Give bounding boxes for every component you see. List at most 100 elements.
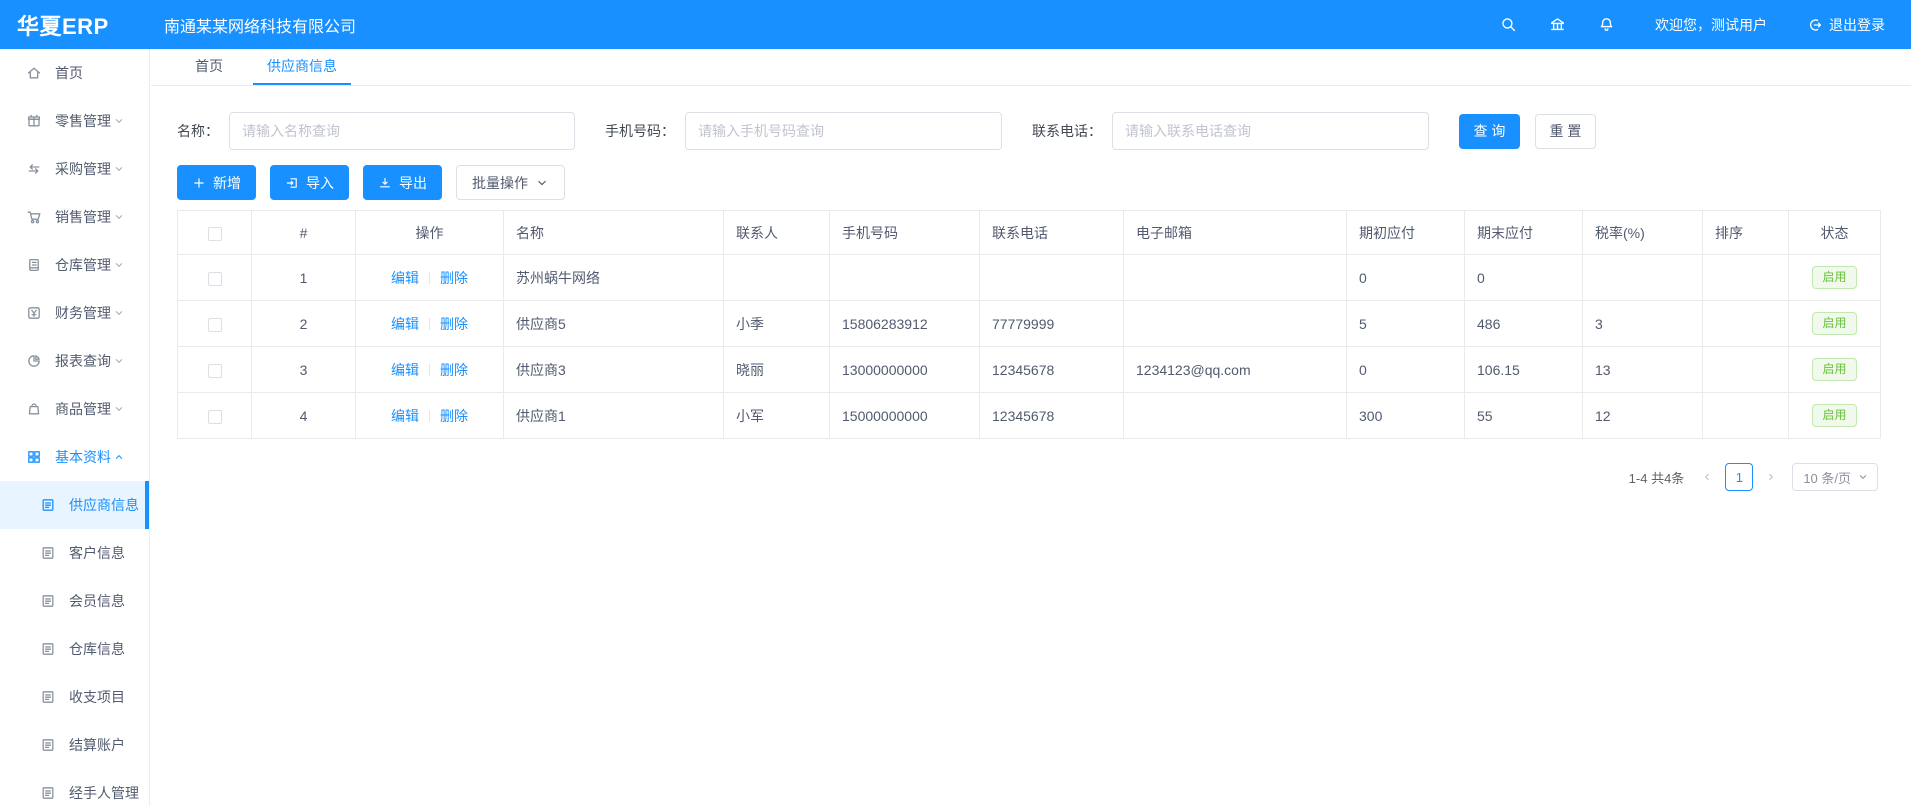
chevron-down-icon xyxy=(113,307,125,319)
sidebar-item-finance[interactable]: 财务管理 xyxy=(0,289,149,337)
sidebar-item-sales[interactable]: 销售管理 xyxy=(0,193,149,241)
filter-field-name: 名称： xyxy=(177,112,575,150)
cell-name: 供应商5 xyxy=(504,301,724,347)
batch-actions-button[interactable]: 批量操作 xyxy=(456,165,565,200)
batch-actions-label: 批量操作 xyxy=(472,173,528,193)
sidebar-item-label: 基本资料 xyxy=(55,447,111,467)
filter-label-phone: 联系电话： xyxy=(1032,121,1102,141)
sidebar-item-label: 销售管理 xyxy=(55,207,111,227)
delete-link[interactable]: 删除 xyxy=(440,408,468,424)
import-button-label: 导入 xyxy=(306,173,334,193)
row-checkbox[interactable] xyxy=(208,318,222,332)
column-header: 税率(%) xyxy=(1583,211,1703,255)
export-button-label: 导出 xyxy=(399,173,427,193)
cell-closing_payable: 55 xyxy=(1465,393,1583,439)
prev-page-button[interactable] xyxy=(1696,463,1718,491)
cell-opening_payable: 5 xyxy=(1347,301,1465,347)
sidebar-item-warehouse[interactable]: 仓库管理 xyxy=(0,241,149,289)
row-actions: 编辑 删除 xyxy=(356,301,504,347)
action-divider xyxy=(429,272,430,284)
column-header: 名称 xyxy=(504,211,724,255)
row-index: 1 xyxy=(252,255,356,301)
edit-link[interactable]: 编辑 xyxy=(391,316,419,332)
sidebar-item-purchase[interactable]: 采购管理 xyxy=(0,145,149,193)
bell-icon[interactable] xyxy=(1598,16,1615,33)
table-header-row: #操作名称联系人手机号码联系电话电子邮箱期初应付期末应付税率(%)排序状态 xyxy=(178,211,1881,255)
row-checkbox[interactable] xyxy=(208,272,222,286)
sidebar-item-label: 零售管理 xyxy=(55,111,111,131)
row-actions: 编辑 删除 xyxy=(356,347,504,393)
chevron-up-icon xyxy=(113,451,125,463)
select-all-checkbox[interactable] xyxy=(208,227,222,241)
next-page-button[interactable] xyxy=(1760,463,1782,491)
reset-button[interactable]: 重 置 xyxy=(1535,114,1596,149)
delete-link[interactable]: 删除 xyxy=(440,270,468,286)
search-button[interactable]: 查 询 xyxy=(1459,114,1520,149)
export-button[interactable]: 导出 xyxy=(363,165,442,200)
column-header: 状态 xyxy=(1789,211,1881,255)
table-row: 3编辑删除供应商3晓丽13000000000123456781234123@qq… xyxy=(178,347,1881,393)
cell-tax_rate: 13 xyxy=(1583,347,1703,393)
sidebar-subitem-inout-item[interactable]: 收支项目 xyxy=(0,673,149,721)
sidebar-item-label: 首页 xyxy=(55,63,83,83)
column-header: 手机号码 xyxy=(830,211,980,255)
tab-home[interactable]: 首页 xyxy=(181,49,237,85)
page-number-button[interactable]: 1 xyxy=(1725,463,1753,491)
page-size-select[interactable]: 10 条/页 xyxy=(1792,463,1878,491)
sidebar-item-label: 仓库管理 xyxy=(55,255,111,275)
supplier-table: #操作名称联系人手机号码联系电话电子邮箱期初应付期末应付税率(%)排序状态 1编… xyxy=(177,210,1881,439)
sidebar-subitem-depot-info[interactable]: 仓库信息 xyxy=(0,625,149,673)
tab-supplier-info[interactable]: 供应商信息 xyxy=(253,49,351,85)
edit-link[interactable]: 编辑 xyxy=(391,362,419,378)
chevron-down-icon xyxy=(113,115,125,127)
filter-input-phone[interactable] xyxy=(1112,112,1429,150)
import-button[interactable]: 导入 xyxy=(270,165,349,200)
export-icon xyxy=(378,176,392,190)
toolbar: 新增 导入 导出 批量操作 xyxy=(177,165,1878,200)
column-header: 排序 xyxy=(1703,211,1789,255)
bank-icon[interactable] xyxy=(1549,16,1566,33)
row-checkbox[interactable] xyxy=(208,410,222,424)
filter-label-mobile: 手机号码： xyxy=(605,121,675,141)
cell-mobile xyxy=(830,255,980,301)
chevron-down-icon xyxy=(113,259,125,271)
sidebar-subitem-label: 供应商信息 xyxy=(69,495,139,515)
delete-link[interactable]: 删除 xyxy=(440,316,468,332)
logout-icon xyxy=(1807,17,1823,33)
filter-field-phone: 联系电话： xyxy=(1032,112,1429,150)
column-header: 联系人 xyxy=(724,211,830,255)
sidebar-item-report[interactable]: 报表查询 xyxy=(0,337,149,385)
sidebar-subitem-customer-info[interactable]: 客户信息 xyxy=(0,529,149,577)
header-right: 欢迎您，测试用户 退出登录 xyxy=(1468,15,1911,35)
pagination: 1-4 共4条 1 10 条/页 xyxy=(177,463,1878,491)
edit-link[interactable]: 编辑 xyxy=(391,270,419,286)
sidebar-subitem-supplier-info[interactable]: 供应商信息 xyxy=(0,481,149,529)
sidebar-item-goods[interactable]: 商品管理 xyxy=(0,385,149,433)
sidebar-item-basic[interactable]: 基本资料 xyxy=(0,433,149,481)
filter-row: 名称： 手机号码： 联系电话： 查 询 重 置 xyxy=(177,112,1878,150)
cell-contact: 小军 xyxy=(724,393,830,439)
main-area: 首页供应商信息 名称： 手机号码： 联系电话： 查 询 重 置 新增 导入 导出 批… xyxy=(151,0,1911,491)
sidebar-subitem-settlement-account[interactable]: 结算账户 xyxy=(0,721,149,769)
chevron-right-icon xyxy=(1765,471,1777,483)
delete-link[interactable]: 删除 xyxy=(440,362,468,378)
search-icon[interactable] xyxy=(1500,16,1517,33)
filter-input-name[interactable] xyxy=(229,112,575,150)
add-button[interactable]: 新增 xyxy=(177,165,256,200)
chevron-down-icon xyxy=(1857,471,1869,483)
sidebar-item-retail[interactable]: 零售管理 xyxy=(0,97,149,145)
row-checkbox[interactable] xyxy=(208,364,222,378)
sidebar-item-home[interactable]: 首页 xyxy=(0,49,149,97)
action-divider xyxy=(429,410,430,422)
column-header: # xyxy=(252,211,356,255)
chevron-down-icon xyxy=(535,176,549,190)
sidebar-subitem-member-info[interactable]: 会员信息 xyxy=(0,577,149,625)
grid-icon xyxy=(26,449,42,465)
sidebar-subitem-handler-mgmt[interactable]: 经手人管理 xyxy=(0,769,149,806)
company-title: 南通某某网络科技有限公司 xyxy=(164,13,356,37)
filter-input-mobile[interactable] xyxy=(685,112,1002,150)
logout-button[interactable]: 退出登录 xyxy=(1807,15,1885,35)
edit-link[interactable]: 编辑 xyxy=(391,408,419,424)
row-actions: 编辑 删除 xyxy=(356,393,504,439)
cell-tax_rate: 3 xyxy=(1583,301,1703,347)
